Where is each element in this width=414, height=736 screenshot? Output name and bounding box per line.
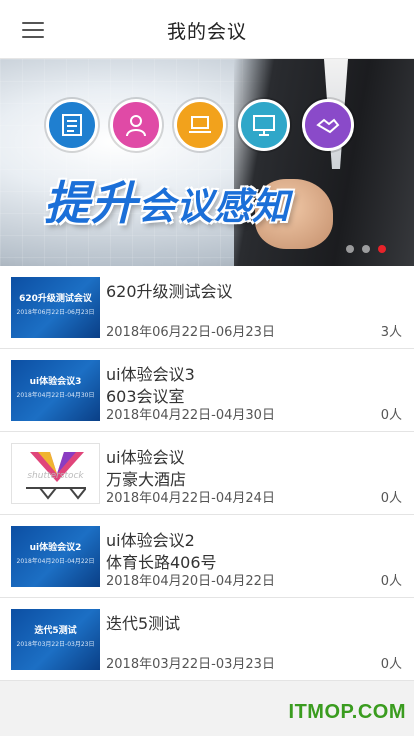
thumbnail-title: ui体验会议3: [29, 377, 82, 387]
thumbnail-date: 2018年03月22日-03月23日: [16, 641, 95, 648]
thumbnail-date: 2018年04月22日-04月30日: [16, 392, 95, 399]
banner-slogan-rest: 会议感知: [138, 185, 290, 228]
meeting-date: 2018年04月22日-04月30日: [106, 408, 275, 423]
meeting-item[interactable]: ui体验会议3 2018年04月22日-04月30日 ui体验会议3 603会议…: [0, 349, 414, 432]
screen: 我的会议 提升会议感知 620升级测试会议 2018年06月22日-06月23日…: [0, 0, 414, 736]
thumbnail-title: 迭代5测试: [34, 626, 77, 636]
meeting-item[interactable]: shutterstock ui体验会议 万豪大酒店 2018年04月22日-04…: [0, 432, 414, 515]
meeting-thumbnail: 620升级测试会议 2018年06月22日-06月23日: [11, 277, 100, 338]
meeting-name: ui体验会议2: [106, 531, 195, 550]
laptop-icon: [174, 99, 226, 151]
meeting-name: 620升级测试会议: [106, 282, 233, 301]
carousel-dots: [346, 245, 386, 253]
thumbnail-title: ui体验会议2: [29, 543, 82, 553]
thumbnail-title: 620升级测试会议: [19, 294, 92, 304]
meeting-list: 620升级测试会议 2018年06月22日-06月23日 620升级测试会议 2…: [0, 266, 414, 681]
thumbnail-date: 2018年06月22日-06月23日: [16, 309, 95, 316]
logo-text: shutterstock: [27, 471, 84, 481]
document-icon: [46, 99, 98, 151]
meeting-date: 2018年04月20日-04月22日: [106, 574, 275, 589]
meeting-item[interactable]: 620升级测试会议 2018年06月22日-06月23日 620升级测试会议 2…: [0, 266, 414, 349]
logo-base-icon: [26, 487, 86, 500]
meeting-thumbnail: ui体验会议3 2018年04月22日-04月30日: [11, 360, 100, 421]
meeting-date: 2018年04月22日-04月24日: [106, 491, 275, 506]
meeting-name: ui体验会议3: [106, 365, 195, 384]
meeting-name: 迭代5测试: [106, 614, 181, 633]
handshake-icon: [302, 99, 354, 151]
banner-slogan-big: 提升: [44, 176, 138, 230]
header-bar: 我的会议: [0, 0, 414, 59]
carousel-dot[interactable]: [346, 245, 354, 253]
attendee-count: 0人: [380, 657, 402, 672]
attendee-count: 3人: [380, 325, 402, 340]
meeting-name: ui体验会议: [106, 448, 185, 467]
meeting-thumbnail-logo: shutterstock: [11, 443, 100, 504]
meeting-thumbnail: ui体验会议2 2018年04月20日-04月22日: [11, 526, 100, 587]
meeting-item[interactable]: ui体验会议2 2018年04月20日-04月22日 ui体验会议2 体育长路4…: [0, 515, 414, 598]
monitor-icon: [238, 99, 290, 151]
meeting-thumbnail: 迭代5测试 2018年03月22日-03月23日: [11, 609, 100, 670]
site-watermark: ITMOP.COM: [288, 701, 406, 723]
meeting-date: 2018年06月22日-06月23日: [106, 325, 275, 340]
person-icon: [110, 99, 162, 151]
page-title: 我的会议: [166, 21, 247, 43]
meeting-item[interactable]: 迭代5测试 2018年03月22日-03月23日 迭代5测试 2018年03月2…: [0, 598, 414, 681]
thumbnail-date: 2018年04月20日-04月22日: [16, 558, 95, 565]
carousel-dot-active[interactable]: [378, 245, 386, 253]
banner-slogan: 提升会议感知: [44, 167, 290, 233]
carousel-dot[interactable]: [362, 245, 370, 253]
meeting-date: 2018年03月22日-03月23日: [106, 657, 275, 672]
attendee-count: 0人: [380, 574, 402, 589]
attendee-count: 0人: [380, 408, 402, 423]
attendee-count: 0人: [380, 491, 402, 506]
promo-banner[interactable]: 提升会议感知: [0, 59, 414, 266]
